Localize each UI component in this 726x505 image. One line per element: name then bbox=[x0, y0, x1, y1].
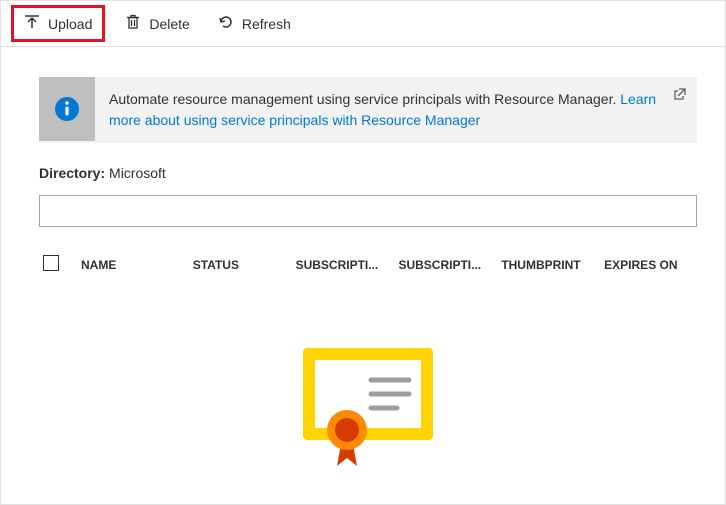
directory-row: Directory: Microsoft bbox=[39, 165, 697, 181]
table-header: NAME STATUS SUBSCRIPTI... SUBSCRIPTI... … bbox=[39, 249, 697, 284]
directory-value: Microsoft bbox=[109, 165, 166, 181]
directory-label: Directory: bbox=[39, 165, 105, 181]
refresh-button[interactable]: Refresh bbox=[210, 10, 299, 37]
column-header-expires[interactable]: EXPIRES ON bbox=[604, 258, 693, 272]
info-banner: Automate resource management using servi… bbox=[39, 77, 697, 143]
delete-button[interactable]: Delete bbox=[117, 10, 197, 37]
delete-icon bbox=[125, 14, 141, 33]
upload-label: Upload bbox=[48, 16, 92, 32]
column-header-subscription-1[interactable]: SUBSCRIPTI... bbox=[296, 258, 385, 272]
info-message: Automate resource management using servi… bbox=[109, 91, 620, 107]
column-header-thumbprint[interactable]: THUMBPRINT bbox=[501, 258, 590, 272]
info-text: Automate resource management using servi… bbox=[95, 77, 697, 143]
upload-button[interactable]: Upload bbox=[11, 5, 105, 42]
external-link-icon[interactable] bbox=[673, 87, 687, 101]
refresh-label: Refresh bbox=[242, 16, 291, 32]
refresh-icon bbox=[218, 14, 234, 33]
delete-label: Delete bbox=[149, 16, 189, 32]
certificate-icon bbox=[293, 340, 443, 470]
select-all-checkbox[interactable] bbox=[43, 255, 67, 274]
filter-input[interactable] bbox=[39, 195, 697, 227]
content: Automate resource management using servi… bbox=[1, 47, 725, 500]
column-header-subscription-2[interactable]: SUBSCRIPTI... bbox=[398, 258, 487, 272]
empty-state-illustration bbox=[39, 284, 697, 470]
upload-icon bbox=[24, 14, 40, 33]
column-header-status[interactable]: STATUS bbox=[193, 258, 282, 272]
content-scroll[interactable]: Automate resource management using servi… bbox=[1, 47, 725, 504]
toolbar: Upload Delete Refresh bbox=[1, 1, 725, 47]
column-header-name[interactable]: NAME bbox=[81, 258, 179, 272]
info-icon bbox=[39, 77, 95, 141]
